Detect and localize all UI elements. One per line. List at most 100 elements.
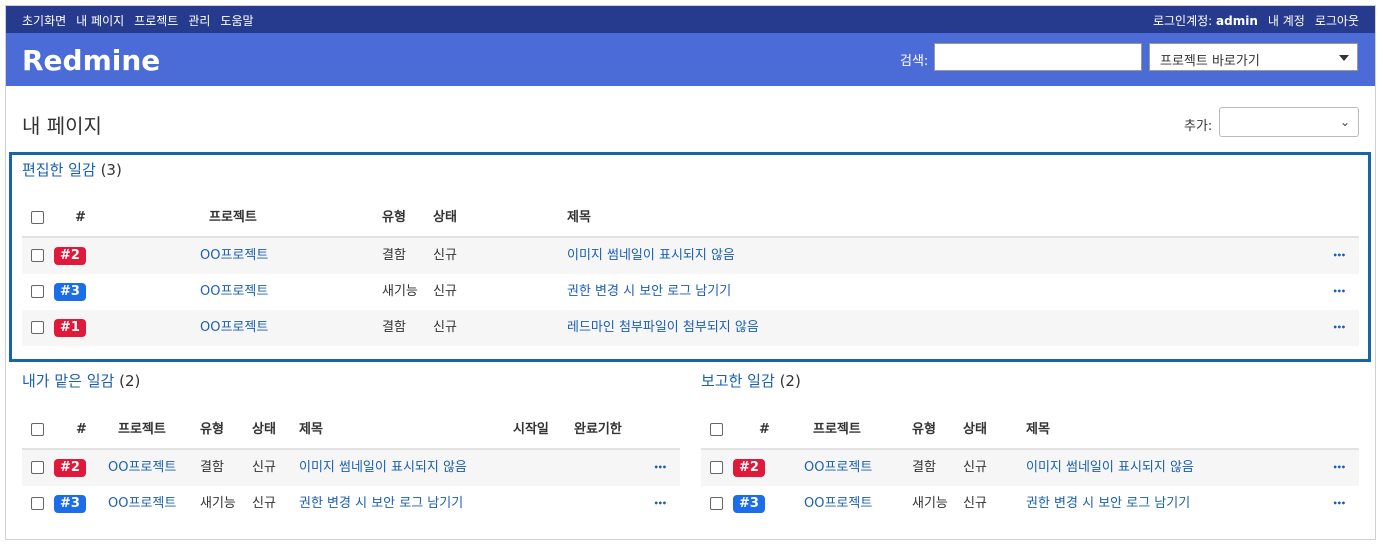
cell-id[interactable]: #1 [54,310,86,346]
column-header-due: 완료기한 [574,422,622,437]
cell-project[interactable]: OO프로젝트 [804,486,872,522]
row-checkbox[interactable] [710,461,723,474]
more-actions-icon[interactable]: ••• [654,450,667,486]
menu-admin[interactable]: 관리 [188,12,210,29]
cell-tracker: 새기능 [382,284,418,299]
cell-subject[interactable]: 이미지 썸네일이 표시되지 않음 [299,450,467,486]
cell-subject[interactable]: 이미지 썸네일이 표시되지 않음 [1026,450,1194,486]
page-title: 내 페이지 [22,114,102,138]
more-actions-icon[interactable]: ••• [1333,310,1346,346]
my-account-link[interactable]: 내 계정 [1268,12,1305,29]
select-all-checkbox[interactable] [710,423,723,436]
cell-tracker: 결함 [912,460,936,475]
search-input[interactable] [934,43,1142,71]
row-checkbox[interactable] [31,285,44,298]
column-header-subject: 제목 [1026,422,1050,437]
edited-issues-count: (3) [100,161,122,179]
column-header-num: # [759,422,770,437]
cell-project[interactable]: OO프로젝트 [804,450,872,486]
header: Redmine 검색: 프로젝트 바로가기 [6,33,1375,86]
cell-project[interactable]: OO프로젝트 [108,450,176,486]
cell-subject[interactable]: 권한 변경 시 보안 로그 남기기 [299,486,463,522]
issue-id-badge[interactable]: #2 [54,247,86,265]
cell-id[interactable]: #3 [54,274,86,310]
row-checkbox[interactable] [31,497,44,510]
column-header-project: 프로젝트 [813,422,861,437]
table-row: #3 OO프로젝트 새기능 신규 권한 변경 시 보안 로그 남기기 ••• [22,486,680,522]
cell-status: 신규 [252,496,276,511]
cell-tracker: 결함 [382,248,406,263]
cell-subject[interactable]: 권한 변경 시 보안 로그 남기기 [1026,486,1190,522]
cell-subject[interactable]: 레드마인 첨부파일이 첨부되지 않음 [567,310,759,346]
cell-project[interactable]: OO프로젝트 [200,274,268,310]
user-link[interactable]: admin [1216,14,1258,28]
table-row: #2 OO프로젝트 결함 신규 이미지 썸네일이 표시되지 않음 ••• [22,450,680,486]
row-checkbox[interactable] [31,249,44,262]
table-row: #1 OO프로젝트 결함 신규 레드마인 첨부파일이 첨부되지 않음 ••• [22,310,1359,346]
cell-tracker: 결함 [382,320,406,335]
cell-status: 신규 [433,320,457,335]
column-header-status: 상태 [252,422,276,437]
issue-id-badge[interactable]: #2 [54,459,86,477]
menu-home[interactable]: 초기화면 [22,12,66,29]
cell-project[interactable]: OO프로젝트 [200,310,268,346]
edited-issues-title: 편집한 일감 (3) [22,159,122,180]
column-header-tracker: 유형 [382,210,406,225]
assigned-issues-title: 내가 맡은 일감 (2) [22,370,140,391]
logout-link[interactable]: 로그아웃 [1315,12,1359,29]
table-header-row: # 프로젝트 유형 상태 제목 시작일 완료기한 [22,412,680,450]
assigned-issues-link[interactable]: 내가 맡은 일감 [22,372,114,390]
more-actions-icon[interactable]: ••• [1333,486,1346,522]
project-jump-select[interactable]: 프로젝트 바로가기 [1149,43,1358,71]
row-checkbox[interactable] [31,321,44,334]
table-row: #2 OO프로젝트 결함 신규 이미지 썸네일이 표시되지 않음 ••• [22,238,1359,274]
cell-status: 신규 [963,460,987,475]
top-menu: 초기화면 내 페이지 프로젝트 관리 도움말 로그인계정: admin 내 계정… [6,6,1375,33]
table-row: #2 OO프로젝트 결함 신규 이미지 썸네일이 표시되지 않음 ••• [701,450,1359,486]
add-block-label: 추가: [1184,119,1213,134]
menu-help[interactable]: 도움말 [220,12,253,29]
row-checkbox[interactable] [31,461,44,474]
cell-id[interactable]: #2 [54,450,86,486]
more-actions-icon[interactable]: ••• [1333,274,1346,310]
edited-issues-link[interactable]: 편집한 일감 [22,161,96,179]
app-logo[interactable]: Redmine [22,44,160,77]
add-block-select[interactable]: ⌄ [1219,107,1359,137]
column-header-status: 상태 [433,210,457,225]
top-menu-left: 초기화면 내 페이지 프로젝트 관리 도움말 [22,12,254,29]
cell-tracker: 결함 [200,460,224,475]
cell-project[interactable]: OO프로젝트 [108,486,176,522]
cell-tracker: 새기능 [200,496,236,511]
reported-issues-count: (2) [779,372,801,390]
issue-id-badge[interactable]: #3 [54,283,86,301]
assigned-issues-count: (2) [119,372,141,390]
select-all-checkbox[interactable] [31,423,44,436]
row-checkbox[interactable] [710,497,723,510]
issue-id-badge[interactable]: #2 [733,459,765,477]
reported-issues-title: 보고한 일감 (2) [701,370,801,391]
issue-id-badge[interactable]: #1 [54,319,86,337]
cell-status: 신규 [433,284,457,299]
more-actions-icon[interactable]: ••• [654,486,667,522]
cell-id[interactable]: #2 [733,450,765,486]
menu-projects[interactable]: 프로젝트 [134,12,178,29]
reported-issues-link[interactable]: 보고한 일감 [701,372,775,390]
caret-down-icon [1339,55,1349,61]
cell-id[interactable]: #3 [54,486,86,522]
cell-project[interactable]: OO프로젝트 [200,238,268,274]
cell-subject[interactable]: 이미지 썸네일이 표시되지 않음 [567,238,735,274]
column-header-project: 프로젝트 [209,210,257,225]
table-row: #3 OO프로젝트 새기능 신규 권한 변경 시 보안 로그 남기기 ••• [701,486,1359,522]
menu-my-page[interactable]: 내 페이지 [76,12,124,29]
column-header-num: # [75,210,86,225]
page-frame: 초기화면 내 페이지 프로젝트 관리 도움말 로그인계정: admin 내 계정… [5,5,1376,540]
issue-id-badge[interactable]: #3 [733,495,765,513]
cell-id[interactable]: #2 [54,238,86,274]
more-actions-icon[interactable]: ••• [1333,450,1346,486]
more-actions-icon[interactable]: ••• [1333,238,1346,274]
select-all-checkbox[interactable] [31,211,44,224]
cell-id[interactable]: #3 [733,486,765,522]
chevron-down-icon: ⌄ [1339,115,1350,129]
cell-subject[interactable]: 권한 변경 시 보안 로그 남기기 [567,274,731,310]
issue-id-badge[interactable]: #3 [54,495,86,513]
